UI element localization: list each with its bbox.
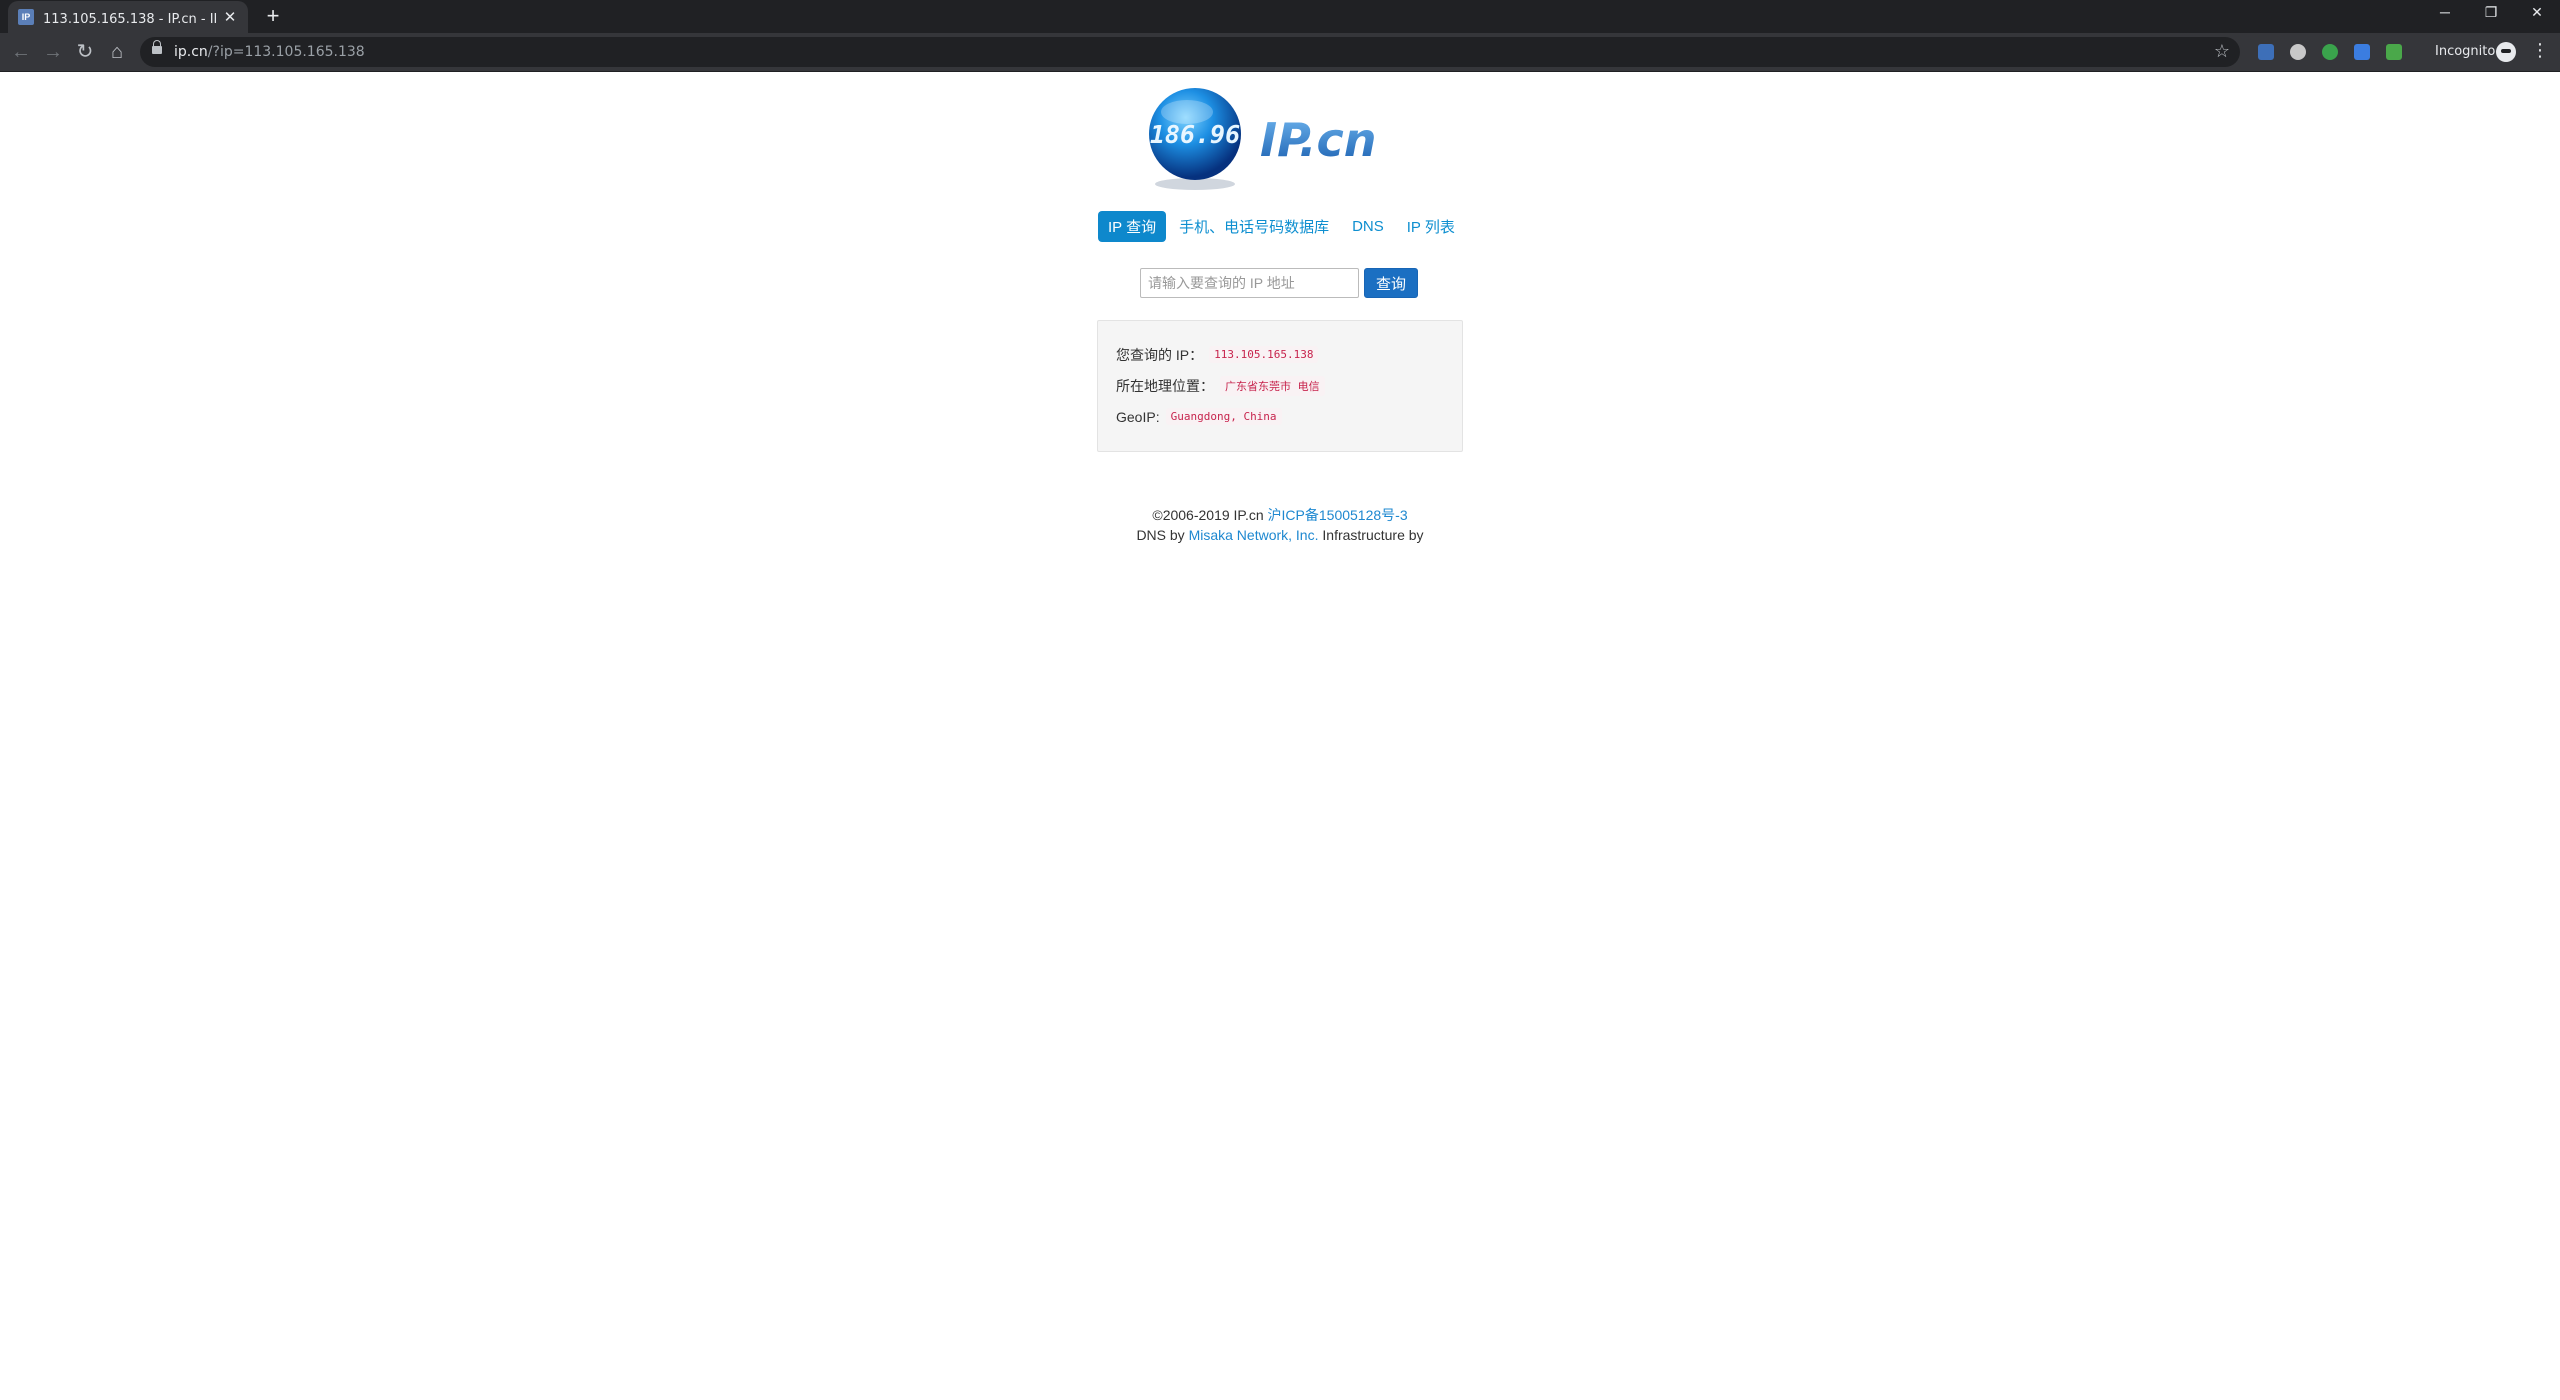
site-logo[interactable]: 186.96 IP.cn <box>1145 84 1415 194</box>
query-button[interactable]: 查询 <box>1364 268 1418 298</box>
footer-line-1: ©2006-2019 IP.cn 沪ICP备15005128号-3 <box>1080 505 1480 525</box>
browser-tabstrip: IP 113.105.165.138 - IP.cn - IP 地址查询 ✕ +… <box>0 0 2560 33</box>
bookmark-star-icon[interactable]: ☆ <box>2214 41 2230 62</box>
dns-provider-link[interactable]: Misaka Network, Inc. <box>1189 527 1319 543</box>
url-path: /?ip=113.105.165.138 <box>207 44 365 60</box>
nav-dns[interactable]: DNS <box>1342 213 1394 240</box>
nav-ip-query[interactable]: IP 查询 <box>1098 211 1167 242</box>
translate-extension-icon[interactable] <box>2354 44 2370 60</box>
extension-icon[interactable] <box>2258 44 2274 60</box>
new-tab-icon[interactable]: + <box>260 3 286 29</box>
restore-icon[interactable]: ❐ <box>2476 4 2506 21</box>
result-row-ip: 您查询的 IP： 113.105.165.138 <box>1116 339 1444 370</box>
main-nav: IP 查询 手机、电话号码数据库 DNS IP 列表 <box>1098 211 1468 242</box>
brand-wordmark: IP.cn <box>1260 113 1376 167</box>
page-footer: ©2006-2019 IP.cn 沪ICP备15005128号-3 DNS by… <box>1080 505 1480 545</box>
infra-text: Infrastructure by <box>1322 527 1424 543</box>
location-value: 广东省东莞市 电信 <box>1220 375 1325 396</box>
minimize-icon[interactable]: ─ <box>2430 4 2460 20</box>
address-bar[interactable]: ip.cn/?ip=113.105.165.138 ☆ <box>140 37 2240 67</box>
result-panel: 您查询的 IP： 113.105.165.138 所在地理位置： 广东省东莞市 … <box>1097 320 1463 452</box>
browser-tab[interactable]: IP 113.105.165.138 - IP.cn - IP 地址查询 ✕ <box>8 1 248 33</box>
browser-toolbar: ← → ↻ ⌂ ip.cn/?ip=113.105.165.138 ☆ Inco… <box>0 33 2560 72</box>
back-icon[interactable]: ← <box>8 39 34 65</box>
extension-shield-icon[interactable] <box>2322 44 2338 60</box>
geoip-label: GeoIP: <box>1116 408 1160 425</box>
result-row-geoip: GeoIP: Guangdong, China <box>1116 401 1444 432</box>
home-icon[interactable]: ⌂ <box>104 39 130 65</box>
ip-value: 113.105.165.138 <box>1209 346 1319 363</box>
search-form: 查询 <box>1140 268 1418 298</box>
forward-icon[interactable]: → <box>40 39 66 65</box>
favicon-icon: IP <box>18 9 34 25</box>
location-label: 所在地理位置： <box>1116 377 1214 394</box>
window-close-icon[interactable]: ✕ <box>2522 4 2552 21</box>
result-row-location: 所在地理位置： 广东省东莞市 电信 <box>1116 370 1444 401</box>
dns-prefix: DNS by <box>1136 527 1185 543</box>
tab-title: 113.105.165.138 - IP.cn - IP 地址查询 <box>43 11 216 27</box>
browser-menu-icon[interactable]: ⋮ <box>2531 41 2549 59</box>
reload-icon[interactable]: ↻ <box>72 39 98 65</box>
incognito-avatar-icon[interactable] <box>2496 42 2516 62</box>
url-host: ip.cn <box>174 44 208 60</box>
ip-search-input[interactable] <box>1140 268 1359 298</box>
geoip-value: Guangdong, China <box>1165 408 1282 425</box>
icp-link[interactable]: 沪ICP备15005128号-3 <box>1268 507 1408 523</box>
lock-icon <box>152 40 162 54</box>
extension-icon[interactable] <box>2290 44 2306 60</box>
nav-ip-list[interactable]: IP 列表 <box>1397 211 1465 242</box>
tab-close-icon[interactable]: ✕ <box>222 8 238 26</box>
footer-line-2: DNS by Misaka Network, Inc. Infrastructu… <box>1080 525 1480 545</box>
url-text[interactable]: ip.cn/?ip=113.105.165.138 <box>174 44 365 60</box>
globe-number: 186.96 <box>1150 120 1240 149</box>
nav-phone-database[interactable]: 手机、电话号码数据库 <box>1169 211 1339 242</box>
incognito-label: Incognito <box>2435 44 2496 59</box>
copyright-text: ©2006-2019 IP.cn <box>1152 507 1264 523</box>
ip-label: 您查询的 IP： <box>1116 346 1204 363</box>
extension-icon[interactable] <box>2386 44 2402 60</box>
